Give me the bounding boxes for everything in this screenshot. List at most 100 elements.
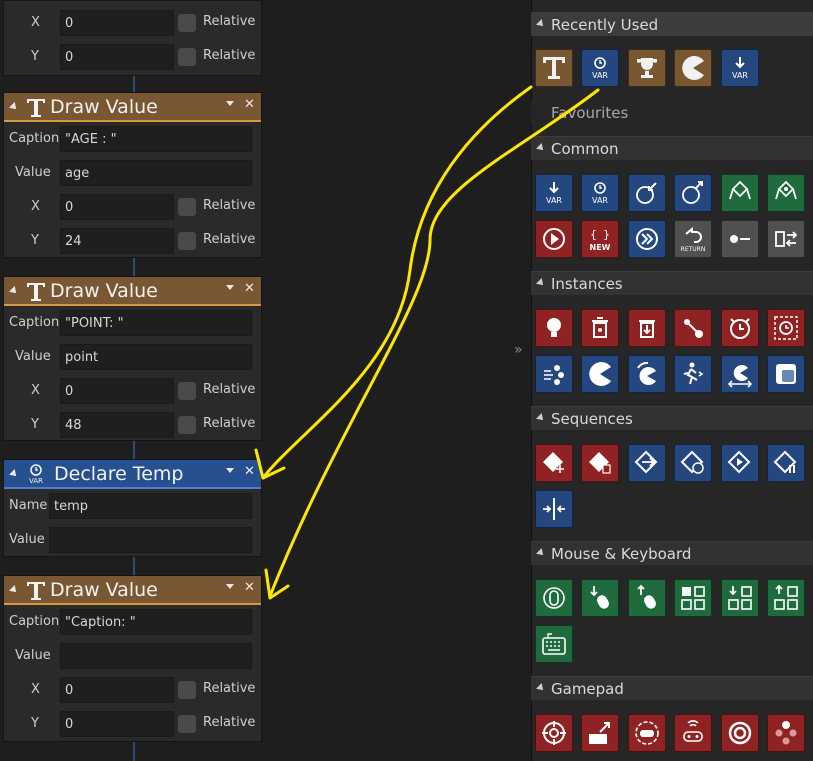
y-input[interactable]: 48 xyxy=(60,412,174,438)
sequence-play-tile[interactable] xyxy=(721,444,759,482)
new-function-tile[interactable]: { } NEW xyxy=(581,220,619,258)
y-input[interactable]: 24 xyxy=(60,228,174,254)
declare-var-tile[interactable]: VAR xyxy=(721,49,759,87)
block-menu-icon[interactable] xyxy=(226,101,234,106)
name-input[interactable]: temp xyxy=(49,493,252,519)
function-call-tile[interactable] xyxy=(535,220,573,258)
x-input[interactable]: 0 xyxy=(60,677,174,703)
move-to-tile[interactable] xyxy=(674,309,712,347)
set-sprite-tile[interactable] xyxy=(581,355,619,393)
value-input[interactable]: point xyxy=(60,344,252,370)
gamepad-detect-tile[interactable] xyxy=(628,714,666,752)
collapse-arrow-icon[interactable] xyxy=(9,585,19,595)
gamepad-button-tile[interactable] xyxy=(721,714,759,752)
section-collapse-icon[interactable] xyxy=(536,278,546,288)
y-input[interactable]: 0 xyxy=(60,711,174,737)
section-collapse-icon[interactable] xyxy=(536,19,546,29)
key-released-tile[interactable] xyxy=(767,579,805,617)
x-input[interactable]: 0 xyxy=(60,378,174,404)
x-relative-checkbox[interactable] xyxy=(178,14,196,32)
y-relative-checkbox[interactable] xyxy=(178,232,196,250)
caption-input[interactable]: "AGE : " xyxy=(60,126,252,152)
gamepad-face-buttons-tile[interactable] xyxy=(767,714,805,752)
section-collapse-icon[interactable] xyxy=(536,413,546,423)
destroy-sequence-tile[interactable] xyxy=(581,444,619,482)
caption-input[interactable]: "Caption: " xyxy=(60,609,252,635)
set-global-tile[interactable] xyxy=(674,174,712,212)
change-instance-tile[interactable] xyxy=(628,309,666,347)
draw-value-tile[interactable] xyxy=(535,49,573,87)
panel-divider[interactable] xyxy=(511,0,531,761)
value-input[interactable] xyxy=(60,643,252,669)
y-input[interactable]: 0 xyxy=(60,44,174,70)
sequence-head-tile[interactable] xyxy=(535,490,573,528)
section-instances[interactable]: Instances xyxy=(531,271,813,295)
section-sequences[interactable]: Sequences xyxy=(531,406,813,430)
if-expression-tile[interactable] xyxy=(767,174,805,212)
section-common[interactable]: Common xyxy=(531,136,813,160)
x-input[interactable]: 0 xyxy=(60,10,174,36)
sequence-pause-tile[interactable] xyxy=(767,444,805,482)
create-instance-tile[interactable] xyxy=(535,309,573,347)
declare-var-tile[interactable]: VAR xyxy=(535,174,573,212)
draw-value-block-partial[interactable]: X 0 Relative Y 0 Relative xyxy=(3,0,262,76)
section-recently-used[interactable]: Recently Used xyxy=(531,12,813,36)
script-execute-tile[interactable] xyxy=(721,220,759,258)
block-header[interactable]: Draw Value ✕ xyxy=(4,277,261,306)
execute-code-tile[interactable] xyxy=(628,220,666,258)
destroy-instance-tile[interactable] xyxy=(581,309,619,347)
x-input[interactable]: 0 xyxy=(60,194,174,220)
close-icon[interactable]: ✕ xyxy=(244,97,255,112)
section-favourites[interactable]: Favourites xyxy=(531,101,813,125)
close-icon[interactable]: ✕ xyxy=(244,281,255,296)
declare-temp-tile[interactable]: VAR xyxy=(581,174,619,212)
pacman-tile[interactable] xyxy=(674,49,712,87)
set-alarm-tile[interactable] xyxy=(721,309,759,347)
sequence-get-tile[interactable] xyxy=(674,444,712,482)
y-relative-checkbox[interactable] xyxy=(178,715,196,733)
section-collapse-icon[interactable] xyxy=(536,548,546,558)
draw-value-block[interactable]: Draw Value ✕ Caption "Caption: " Value X… xyxy=(3,575,262,742)
draw-value-block[interactable]: Draw Value ✕ Caption "AGE : " Value age … xyxy=(3,92,262,258)
trophy-tile[interactable] xyxy=(628,49,666,87)
set-speed-tile[interactable] xyxy=(535,355,573,393)
close-icon[interactable]: ✕ xyxy=(244,580,255,595)
block-header[interactable]: VAR Declare Temp ✕ xyxy=(4,460,261,489)
section-collapse-icon[interactable] xyxy=(536,143,546,153)
x-relative-checkbox[interactable] xyxy=(178,198,196,216)
y-relative-checkbox[interactable] xyxy=(178,416,196,434)
jump-to-point-tile[interactable] xyxy=(674,355,712,393)
key-pressed-tile[interactable] xyxy=(721,579,759,617)
block-menu-icon[interactable] xyxy=(226,285,234,290)
value-input[interactable]: age xyxy=(60,160,252,186)
set-direction-tile[interactable] xyxy=(628,355,666,393)
block-header[interactable]: Draw Value ✕ xyxy=(4,576,261,605)
caption-input[interactable]: "POINT: " xyxy=(60,310,252,336)
x-relative-checkbox[interactable] xyxy=(178,681,196,699)
value-input[interactable] xyxy=(49,527,252,553)
section-gamepad[interactable]: Gamepad xyxy=(531,676,813,700)
swap-tile[interactable] xyxy=(767,220,805,258)
block-menu-icon[interactable] xyxy=(226,468,234,473)
if-variable-tile[interactable] xyxy=(721,174,759,212)
keyboard-tile[interactable] xyxy=(535,625,573,663)
gamepad-target-tile[interactable] xyxy=(535,714,573,752)
key-down-tile[interactable] xyxy=(674,579,712,617)
get-global-tile[interactable] xyxy=(628,174,666,212)
mouse-pressed-tile[interactable] xyxy=(581,579,619,617)
x-relative-checkbox[interactable] xyxy=(178,382,196,400)
block-menu-icon[interactable] xyxy=(226,584,234,589)
get-alarm-tile[interactable] xyxy=(767,309,805,347)
mouse-released-tile[interactable] xyxy=(628,579,666,617)
gamepad-axis-tile[interactable] xyxy=(581,714,619,752)
bounce-tile[interactable] xyxy=(767,355,805,393)
mouse-button-tile[interactable] xyxy=(535,579,573,617)
close-icon[interactable]: ✕ xyxy=(244,464,255,479)
section-collapse-icon[interactable] xyxy=(536,683,546,693)
create-sequence-tile[interactable] xyxy=(535,444,573,482)
collapse-arrow-icon[interactable] xyxy=(9,286,19,296)
draw-value-block[interactable]: Draw Value ✕ Caption "POINT: " Value poi… xyxy=(3,276,262,441)
declare-temp-tile[interactable]: VAR xyxy=(581,49,619,87)
section-mouse-keyboard[interactable]: Mouse & Keyboard xyxy=(531,541,813,565)
return-tile[interactable]: RETURN xyxy=(674,220,712,258)
